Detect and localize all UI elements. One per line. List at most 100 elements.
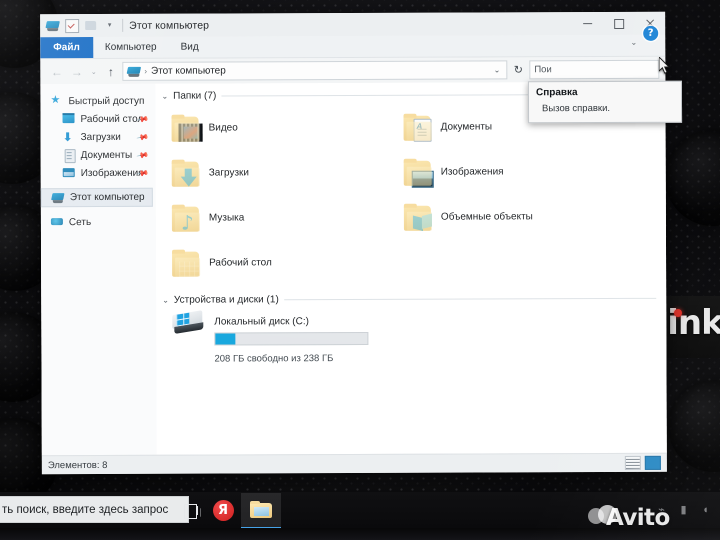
this-pc-icon[interactable] <box>45 18 60 33</box>
folder-tile-downloads[interactable]: Загрузки <box>170 150 402 196</box>
breadcrumb-separator: › <box>144 66 148 76</box>
chevron-down-icon[interactable]: ⌄ <box>161 92 168 101</box>
folder-label: Видео <box>208 122 238 134</box>
sidebar-item-network[interactable]: Сеть <box>41 213 156 231</box>
folder-tile-video[interactable]: Видео <box>169 105 401 151</box>
devices-group-header[interactable]: ⌄ Устройства и диски (1) <box>156 284 666 306</box>
folder-label: Загрузки <box>208 167 250 179</box>
folder-label: Документы <box>440 121 493 133</box>
sidebar-item-label: Этот компьютер <box>69 191 145 204</box>
folder-tile-pictures[interactable]: Изображения <box>402 149 634 195</box>
large-icons-view-icon[interactable] <box>644 455 661 470</box>
yandex-browser-button[interactable]: Я <box>203 494 243 526</box>
folder-tile-music[interactable]: ♪ Музыка <box>170 195 402 241</box>
documents-folder-icon: A <box>402 113 434 142</box>
pictures-folder-icon <box>402 158 434 188</box>
maximize-button[interactable] <box>603 12 634 35</box>
hard-disk-icon <box>172 310 206 336</box>
network-icon[interactable]: ▮ <box>677 504 690 517</box>
address-bar[interactable]: › Этот компьютер ⌄ <box>122 60 508 81</box>
documents-icon <box>63 149 76 161</box>
yandex-icon: Я <box>212 499 234 521</box>
forward-button[interactable]: → <box>68 63 85 80</box>
window-title: Этот компьютер <box>129 19 210 32</box>
refresh-button[interactable]: ↻ <box>510 61 526 78</box>
help-tooltip: Справка Вызов справки. <box>527 80 683 124</box>
sidebar-item-this-pc[interactable]: Этот компьютер <box>40 187 153 208</box>
pictures-icon <box>63 167 76 179</box>
this-pc-icon <box>52 192 65 204</box>
downloads-folder-icon <box>170 159 202 187</box>
folder-tile-3d-objects[interactable]: Объемные объекты <box>402 194 634 240</box>
recent-locations-button[interactable]: ⌄ <box>88 63 99 80</box>
folder-tile-desktop[interactable]: Рабочий стол <box>170 240 402 286</box>
this-pc-icon <box>127 66 140 76</box>
window-titlebar: ▾ Этот компьютер <box>40 11 666 38</box>
help-icon[interactable]: ? <box>643 25 659 41</box>
tooltip-body: Вызов справки. <box>542 102 611 115</box>
group-rule <box>283 297 657 301</box>
customize-caret-icon[interactable]: ▾ <box>102 18 117 33</box>
folders-group-title: Папки (7) <box>173 90 217 102</box>
address-toolbar: ← → ⌄ ↑ › Этот компьютер ⌄ ↻ Пои <box>40 56 666 85</box>
sidebar-item-desktop[interactable]: Рабочий стол 📌 <box>40 110 155 128</box>
tab-view[interactable]: Вид <box>169 37 211 58</box>
sidebar-item-label: Загрузки <box>80 131 121 143</box>
chevron-down-icon[interactable]: ⌄ <box>162 296 169 305</box>
new-folder-icon[interactable] <box>83 18 98 33</box>
up-button[interactable]: ↑ <box>102 63 119 80</box>
ribbon-tabbar: Файл Компьютер Вид ⌄ ? <box>40 25 666 60</box>
3d-objects-folder-icon <box>402 203 434 231</box>
screenshot-root: hink ▾ Этот компьютер Файл Компьютер Вид <box>0 0 720 540</box>
file-list-pane[interactable]: ⌄ Папки (7) Видео A <box>155 81 667 455</box>
sidebar-item-label: Сеть <box>68 216 92 228</box>
pin-icon[interactable]: 📌 <box>136 130 149 143</box>
sidebar-item-label: Документы <box>80 149 133 161</box>
ribbon-collapse-icon[interactable]: ⌄ <box>631 38 638 47</box>
folder-label: Музыка <box>208 212 245 224</box>
taskbar-search-box[interactable]: ть поиск, введите здесь запрос <box>0 496 189 523</box>
devices-group-title: Устройства и диски (1) <box>173 294 279 306</box>
quick-access-toolbar[interactable]: ▾ <box>45 18 117 33</box>
view-toggle-group <box>624 455 661 470</box>
task-view-icon <box>183 503 201 519</box>
details-view-icon[interactable] <box>624 455 641 470</box>
titlebar-divider <box>122 18 124 32</box>
file-explorer-icon <box>249 501 273 519</box>
search-placeholder: Пои <box>534 64 552 76</box>
folder-label: Изображения <box>440 166 504 178</box>
drive-capacity-fill <box>215 333 236 345</box>
video-folder-icon <box>170 114 203 142</box>
back-button[interactable]: ← <box>48 63 65 80</box>
tab-file[interactable]: Файл <box>40 36 93 59</box>
sidebar-item-label: Быстрый доступ <box>68 95 145 107</box>
thinkpad-red-dot-icon <box>674 309 682 317</box>
volume-icon[interactable]: ◖ <box>699 504 712 517</box>
window-body: ★ Быстрый доступ Рабочий стол 📌 ⬇ Загруз… <box>40 81 667 456</box>
music-folder-icon: ♪ <box>170 204 202 234</box>
tab-computer[interactable]: Компьютер <box>93 37 169 58</box>
properties-icon[interactable] <box>64 18 79 33</box>
search-input[interactable]: Пои <box>529 59 660 80</box>
sidebar-item-pictures[interactable]: Изображения 📌 <box>41 164 156 182</box>
pin-icon[interactable]: 📌 <box>136 148 149 161</box>
folders-grid: Видео A Документы Загрузки <box>155 100 666 286</box>
taskbar-search-placeholder: ть поиск, введите здесь запрос <box>2 503 169 516</box>
sidebar-item-label: Изображения <box>80 167 144 179</box>
tooltip-title: Справка <box>535 87 578 99</box>
breadcrumb[interactable]: Этот компьютер <box>151 65 226 76</box>
file-explorer-taskbar-button[interactable] <box>241 493 281 529</box>
drive-name: Локальный диск (C:) <box>214 316 309 328</box>
mouse-cursor-icon <box>659 57 671 74</box>
sidebar-item-downloads[interactable]: ⬇ Загрузки 📌 <box>41 128 156 146</box>
sidebar-item-documents[interactable]: Документы 📌 <box>41 146 156 164</box>
folder-label: Рабочий стол <box>209 257 272 269</box>
screen-bezel <box>0 528 720 540</box>
navigation-pane: ★ Быстрый доступ Рабочий стол 📌 ⬇ Загруз… <box>40 83 157 456</box>
downloads-icon: ⬇ <box>62 130 73 145</box>
sidebar-item-label: Рабочий стол <box>80 113 144 125</box>
drive-tile-local-disk-c[interactable]: Локальный диск (C:) 208 ГБ свободно из 2… <box>156 304 666 367</box>
sidebar-item-quick-access[interactable]: ★ Быстрый доступ <box>40 92 155 110</box>
address-dropdown-icon[interactable]: ⌄ <box>494 65 503 74</box>
minimize-button[interactable] <box>572 12 603 35</box>
